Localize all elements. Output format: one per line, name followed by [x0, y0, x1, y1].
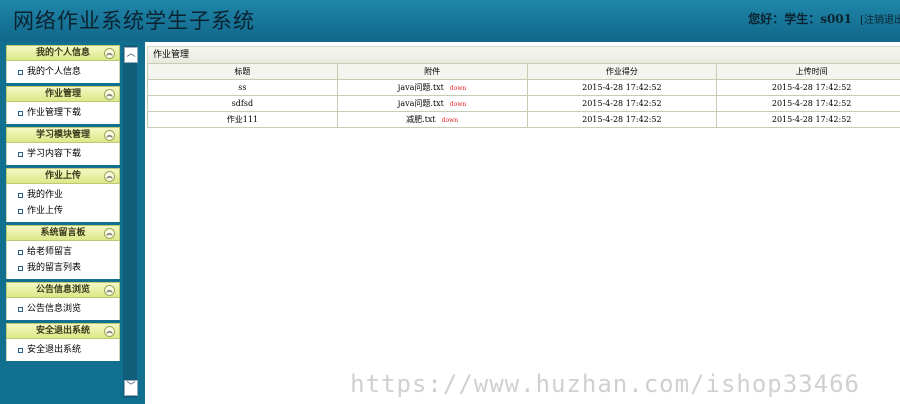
app-title: 网络作业系统学生子系统	[13, 9, 255, 33]
collapse-icon[interactable]: ︽	[104, 89, 115, 100]
menu-group-body: 作业管理下载	[6, 102, 120, 124]
cell-score: 2015-4-28 17:42:52	[526, 111, 718, 128]
bullet-icon	[18, 111, 23, 116]
menu-group-title[interactable]: 我的个人信息 ︽	[6, 45, 120, 61]
scroll-down-icon[interactable]: ﹀	[124, 380, 138, 396]
attachment-name: 减肥.txt	[406, 115, 436, 124]
cell-attachment: 减肥.txt down	[336, 111, 528, 128]
attachment-name: java问题.txt	[397, 83, 444, 92]
attachment-name: java问题.txt	[397, 99, 444, 108]
menu-item-study-download[interactable]: 学习内容下载	[7, 146, 119, 162]
menu-item-homework-download[interactable]: 作业管理下载	[7, 105, 119, 121]
column-header: 作业得分	[526, 63, 718, 80]
homework-table: 标题 附件 作业得分 上传时间 ss java问题.txt down 2015-4…	[147, 63, 900, 128]
bullet-icon	[18, 307, 23, 312]
cell-time: 2015-4-28 17:42:52	[716, 95, 900, 112]
cell-attachment: java问题.txt down	[336, 79, 528, 96]
logout-link[interactable]: [注销退出	[860, 11, 900, 26]
download-link[interactable]: down	[450, 101, 466, 108]
cell-time: 2015-4-28 17:42:52	[716, 111, 900, 128]
bullet-icon	[18, 70, 23, 75]
collapse-icon[interactable]: ︽	[104, 130, 115, 141]
cell-title: ss	[147, 79, 338, 96]
cell-title: sdfsd	[147, 95, 338, 112]
menu-item-safe-exit[interactable]: 安全退出系统	[7, 342, 119, 358]
cell-score: 2015-4-28 17:42:52	[526, 95, 718, 112]
menu-group-title[interactable]: 学习模块管理 ︽	[6, 127, 120, 143]
menu-item-label: 作业管理下载	[27, 108, 82, 118]
menu-group-label: 系统留言板	[40, 228, 86, 238]
table-row: ss java问题.txt down 2015-4-28 17:42:52 201…	[147, 79, 900, 96]
column-header: 标题	[147, 63, 338, 80]
menu-group-title[interactable]: 公告信息浏览 ︽	[6, 282, 120, 298]
menu-group-body: 我的作业 作业上传	[6, 184, 120, 222]
menu-group-title[interactable]: 作业上传 ︽	[6, 168, 120, 184]
collapse-icon[interactable]: ︽	[104, 285, 115, 296]
table-row: 作业111 减肥.txt down 2015-4-28 17:42:52 2015…	[147, 111, 900, 128]
bullet-icon	[18, 152, 23, 157]
menu-group-body: 公告信息浏览	[6, 298, 120, 320]
sidebar-scrollbar[interactable]: ︿ ﹀	[123, 45, 138, 398]
column-header: 附件	[336, 63, 528, 80]
menu-item-label: 我的个人信息	[27, 67, 82, 77]
menu-item-label: 安全退出系统	[27, 345, 82, 355]
menu-group-label: 安全退出系统	[35, 326, 90, 336]
collapse-icon[interactable]: ︽	[104, 171, 115, 182]
cell-score: 2015-4-28 17:42:52	[526, 79, 718, 96]
menu-item-my-homework[interactable]: 我的作业	[7, 187, 119, 203]
menu-item-announcements[interactable]: 公告信息浏览	[7, 301, 119, 317]
user-greeting: 您好：学生：s001	[748, 12, 852, 26]
menu-item-label: 公告信息浏览	[27, 304, 82, 314]
menu-item-label: 我的作业	[27, 190, 64, 200]
bullet-icon	[18, 266, 23, 271]
menu-group-body: 我的个人信息	[6, 61, 120, 83]
menu-item-my-messages[interactable]: 我的留言列表	[7, 260, 119, 276]
menu-item-homework-upload[interactable]: 作业上传	[7, 203, 119, 219]
panel-title: 作业管理	[147, 46, 900, 64]
menu-group-body: 给老师留言 我的留言列表	[6, 241, 120, 279]
menu-group-title[interactable]: 系统留言板 ︽	[6, 225, 120, 241]
bullet-icon	[18, 193, 23, 198]
menu-item-label: 学习内容下载	[27, 149, 82, 159]
menu-group-label: 作业上传	[44, 171, 81, 181]
cell-time: 2015-4-28 17:42:52	[716, 79, 900, 96]
menu-group-label: 学习模块管理	[35, 130, 90, 140]
scroll-up-icon[interactable]: ︿	[124, 47, 138, 63]
menu-group-title[interactable]: 作业管理 ︽	[6, 86, 120, 102]
download-link[interactable]: down	[442, 117, 458, 124]
collapse-icon[interactable]: ︽	[104, 228, 115, 239]
menu-item-label: 我的留言列表	[27, 263, 82, 273]
menu-group-label: 公告信息浏览	[35, 285, 90, 295]
collapse-icon[interactable]: ︽	[104, 48, 115, 59]
menu-group-label: 作业管理	[44, 89, 81, 99]
cell-title: 作业111	[147, 111, 338, 128]
table-header-row: 标题 附件 作业得分 上传时间	[147, 63, 900, 80]
column-header: 上传时间	[716, 63, 900, 80]
bullet-icon	[18, 348, 23, 353]
sidebar-menu: 我的个人信息 ︽ 我的个人信息 作业管理 ︽ 作业管理下载 学习模块管理 ︽ 学…	[6, 45, 120, 361]
table-row: sdfsd java问题.txt down 2015-4-28 17:42:52 …	[147, 95, 900, 112]
menu-item-my-info[interactable]: 我的个人信息	[7, 64, 119, 80]
menu-item-label: 作业上传	[27, 206, 64, 216]
menu-item-label: 给老师留言	[27, 247, 73, 257]
cell-attachment: java问题.txt down	[336, 95, 528, 112]
main-content: 作业管理 标题 附件 作业得分 上传时间 ss java问题.txt down 2…	[145, 42, 900, 404]
bullet-icon	[18, 209, 23, 214]
download-link[interactable]: down	[450, 85, 466, 92]
menu-group-label: 我的个人信息	[35, 48, 90, 58]
menu-item-message-teacher[interactable]: 给老师留言	[7, 244, 119, 260]
bullet-icon	[18, 250, 23, 255]
menu-group-body: 学习内容下载	[6, 143, 120, 165]
app-header: 网络作业系统学生子系统 您好：学生：s001 [注销退出	[0, 0, 900, 38]
collapse-icon[interactable]: ︽	[104, 326, 115, 337]
menu-group-body: 安全退出系统	[6, 339, 120, 361]
watermark-text: https://www.huzhan.com/ishop33466	[350, 370, 860, 398]
menu-group-title[interactable]: 安全退出系统 ︽	[6, 323, 120, 339]
